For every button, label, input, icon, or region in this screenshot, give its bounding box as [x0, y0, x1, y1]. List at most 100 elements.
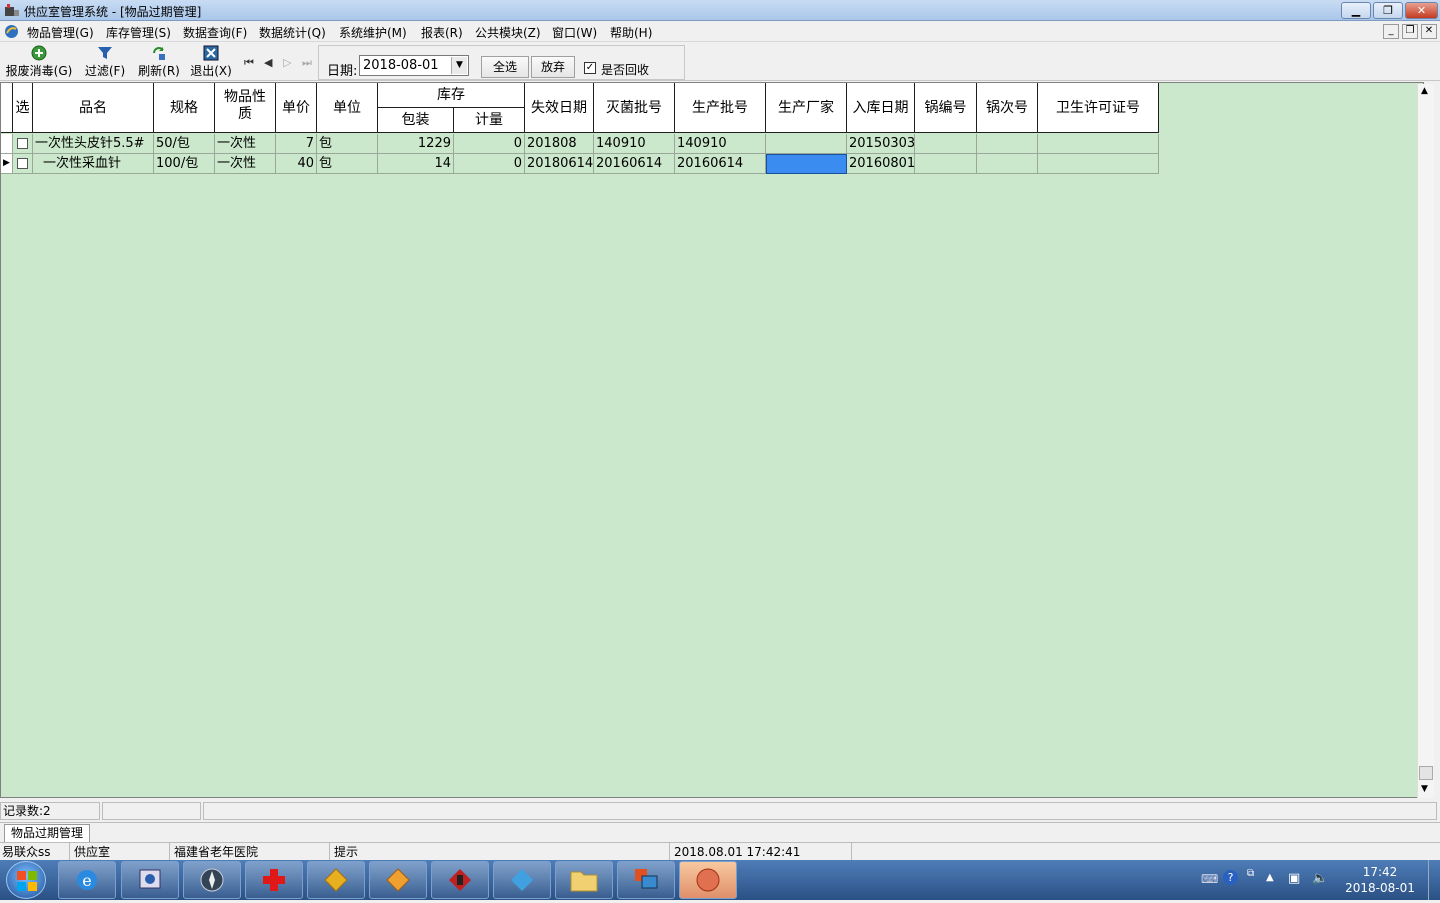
- header-in-date[interactable]: 入库日期: [847, 83, 915, 133]
- cell-prod-batch[interactable]: 140910: [675, 134, 766, 154]
- last-record-icon[interactable]: ⏭: [302, 56, 312, 70]
- previous-record-icon[interactable]: ◀: [264, 56, 272, 69]
- cell-steril-batch[interactable]: 140910: [594, 134, 675, 154]
- header-name[interactable]: 品名: [33, 83, 154, 133]
- filter-button[interactable]: 过滤(F): [82, 45, 128, 79]
- menu-item-report[interactable]: 报表(R): [421, 24, 463, 41]
- taskbar-explorer[interactable]: [555, 861, 613, 899]
- taskbar-compass[interactable]: [183, 861, 241, 899]
- cell-unit[interactable]: 包: [317, 154, 378, 174]
- cell-pot-number[interactable]: [915, 134, 977, 154]
- discard-button[interactable]: 放弃: [531, 56, 575, 78]
- current-row-arrow-icon[interactable]: ▶: [1, 154, 13, 174]
- mdi-close-button[interactable]: ✕: [1421, 24, 1437, 39]
- volume-muted-icon[interactable]: 🔈: [1312, 871, 1328, 886]
- restore-button[interactable]: ❐: [1373, 2, 1403, 19]
- keyboard-icon[interactable]: ⌨: [1201, 872, 1218, 886]
- taskbar-sql[interactable]: [121, 861, 179, 899]
- cell-measure[interactable]: 0: [454, 134, 525, 154]
- cell-name[interactable]: 一次性采血针: [33, 154, 154, 174]
- menu-item-statistics[interactable]: 数据统计(Q): [259, 24, 326, 41]
- help-icon[interactable]: ?: [1223, 870, 1238, 885]
- cell-pot-number[interactable]: [915, 154, 977, 174]
- cell-manufacturer[interactable]: [766, 134, 847, 154]
- header-expire-date[interactable]: 失效日期: [525, 83, 594, 133]
- network-icon[interactable]: ▣: [1288, 871, 1300, 886]
- header-nature[interactable]: 物品性质: [215, 83, 276, 133]
- exit-button[interactable]: 退出(X): [188, 45, 234, 79]
- taskbar-supply-system[interactable]: [679, 861, 737, 899]
- scroll-up-icon[interactable]: ▲: [1421, 86, 1428, 96]
- menu-item-help[interactable]: 帮助(H): [610, 24, 652, 41]
- select-all-button[interactable]: 全选: [481, 56, 529, 78]
- cell-in-date[interactable]: 20150303: [847, 134, 915, 154]
- taskbar-app-4[interactable]: [493, 861, 551, 899]
- taskbar-medical[interactable]: [245, 861, 303, 899]
- row-indicator[interactable]: [1, 134, 13, 154]
- first-record-icon[interactable]: ⏮: [244, 56, 254, 70]
- header-price[interactable]: 单价: [276, 83, 317, 133]
- header-prod-batch[interactable]: 生产批号: [675, 83, 766, 133]
- header-measure[interactable]: 计量: [454, 108, 525, 133]
- mdi-minimize-button[interactable]: _: [1383, 24, 1399, 39]
- header-pack[interactable]: 包装: [378, 108, 454, 133]
- taskbar-app-3[interactable]: [431, 861, 489, 899]
- tray-expand-icon[interactable]: ▲: [1266, 872, 1274, 883]
- scrap-disinfect-button[interactable]: 报废消毒(G): [5, 45, 73, 79]
- header-unit[interactable]: 单位: [317, 83, 378, 133]
- cell-in-date[interactable]: 20160801: [847, 154, 915, 174]
- cell-expire-date[interactable]: 201808: [525, 134, 594, 154]
- cell-license[interactable]: [1038, 154, 1159, 174]
- cell-unit[interactable]: 包: [317, 134, 378, 154]
- cell-measure[interactable]: 0: [454, 154, 525, 174]
- row-checkbox[interactable]: [17, 138, 28, 149]
- row-checkbox[interactable]: [17, 158, 28, 169]
- dropdown-arrow-icon[interactable]: ▼: [451, 57, 467, 74]
- refresh-button[interactable]: 刷新(R): [136, 45, 182, 79]
- cell-pack[interactable]: 14: [378, 154, 454, 174]
- menu-item-system[interactable]: 系统维护(M): [339, 24, 407, 41]
- cell-prod-batch[interactable]: 20160614: [675, 154, 766, 174]
- cell-spec[interactable]: 100/包: [154, 154, 215, 174]
- cell-price[interactable]: 7: [276, 134, 317, 154]
- cell-manufacturer-selected[interactable]: [766, 154, 847, 174]
- vertical-scrollbar[interactable]: ▲ ▼: [1417, 84, 1434, 798]
- cell-nature[interactable]: 一次性: [215, 134, 276, 154]
- header-stock[interactable]: 库存: [378, 83, 525, 108]
- header-steril-batch[interactable]: 灭菌批号: [594, 83, 675, 133]
- header-spec[interactable]: 规格: [154, 83, 215, 133]
- mdi-restore-button[interactable]: ❐: [1402, 24, 1418, 39]
- header-manufacturer[interactable]: 生产厂家: [766, 83, 847, 133]
- cell-name[interactable]: 一次性头皮针5.5#: [33, 134, 154, 154]
- minimize-button[interactable]: ▁: [1341, 2, 1371, 19]
- tab-expired-goods[interactable]: 物品过期管理: [4, 824, 91, 842]
- menu-item-window[interactable]: 窗口(W): [552, 24, 597, 41]
- scroll-thumb[interactable]: [1419, 766, 1433, 780]
- scroll-down-icon[interactable]: ▼: [1421, 784, 1428, 794]
- tray-window-icon[interactable]: ⧉: [1247, 868, 1254, 879]
- recycle-checkbox[interactable]: ✓: [584, 62, 596, 74]
- cell-pot-count[interactable]: [977, 154, 1038, 174]
- cell-steril-batch[interactable]: 20160614: [594, 154, 675, 174]
- header-pot-count[interactable]: 锅次号: [977, 83, 1038, 133]
- close-button[interactable]: ✕: [1405, 2, 1438, 19]
- show-desktop-button[interactable]: [1428, 860, 1440, 900]
- date-picker[interactable]: 2018-08-01 ▼: [359, 55, 469, 76]
- cell-price[interactable]: 40: [276, 154, 317, 174]
- menu-item-stock[interactable]: 库存管理(S): [106, 24, 171, 41]
- cell-expire-date[interactable]: 20180614: [525, 154, 594, 174]
- menu-item-query[interactable]: 数据查询(F): [183, 24, 247, 41]
- taskbar-app-2[interactable]: [369, 861, 427, 899]
- header-pot-number[interactable]: 锅编号: [915, 83, 977, 133]
- taskbar-app-1[interactable]: [307, 861, 365, 899]
- cell-pack[interactable]: 1229: [378, 134, 454, 154]
- cell-spec[interactable]: 50/包: [154, 134, 215, 154]
- taskbar-ie[interactable]: e: [58, 861, 116, 899]
- menu-item-goods[interactable]: 物品管理(G): [27, 24, 94, 41]
- header-select[interactable]: 选: [13, 83, 33, 133]
- cell-nature[interactable]: 一次性: [215, 154, 276, 174]
- header-license[interactable]: 卫生许可证号: [1038, 83, 1159, 133]
- cell-pot-count[interactable]: [977, 134, 1038, 154]
- next-record-icon[interactable]: ▷: [283, 56, 291, 69]
- cell-license[interactable]: [1038, 134, 1159, 154]
